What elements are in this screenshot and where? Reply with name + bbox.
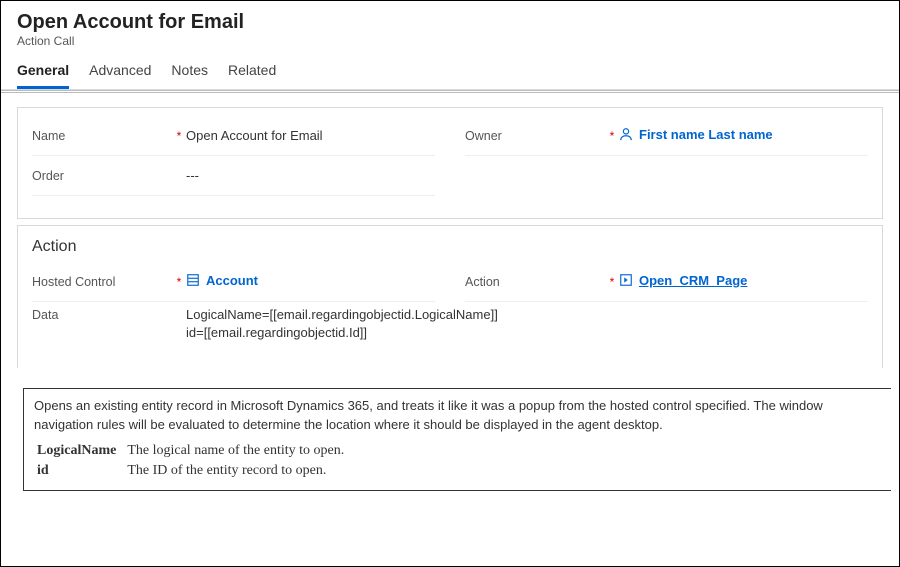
field-name-label: Name (32, 129, 172, 143)
required-marker: * (172, 129, 186, 143)
description-params-table: LogicalName The logical name of the enti… (34, 440, 347, 482)
action-lookup[interactable]: Open_CRM_Page (619, 273, 747, 288)
owner-lookup[interactable]: First name Last name (619, 127, 773, 142)
summary-panel: Name * Open Account for Email Owner * (17, 107, 883, 219)
param-name: id (36, 462, 124, 480)
description-box: Opens an existing entity record in Micro… (23, 388, 891, 490)
field-name-value[interactable]: Open Account for Email (186, 128, 435, 143)
tab-advanced[interactable]: Advanced (89, 58, 151, 89)
tab-bar: General Advanced Notes Related (1, 48, 899, 90)
entity-icon (186, 273, 200, 287)
owner-display: First name Last name (639, 127, 773, 142)
required-marker: * (605, 129, 619, 143)
hosted-control-display: Account (206, 273, 258, 288)
field-hosted-control: Hosted Control * Account (32, 262, 435, 302)
required-marker: * (605, 275, 619, 289)
action-panel: Action Hosted Control * (17, 225, 883, 368)
tab-notes[interactable]: Notes (171, 58, 208, 89)
table-row: LogicalName The logical name of the enti… (36, 442, 345, 460)
param-desc: The logical name of the entity to open. (126, 442, 345, 460)
tab-related[interactable]: Related (228, 58, 276, 89)
field-order-label: Order (32, 169, 172, 183)
field-data: Data LogicalName=[[email.regardingobject… (32, 302, 868, 346)
field-action-label: Action (465, 275, 605, 289)
person-icon (619, 127, 633, 141)
field-hosted-control-label: Hosted Control (32, 275, 172, 289)
action-display: Open_CRM_Page (639, 273, 747, 288)
field-action: Action * Open_CRM_Page (465, 262, 868, 302)
param-desc: The ID of the entity record to open. (126, 462, 345, 480)
description-text: Opens an existing entity record in Micro… (34, 397, 881, 433)
field-owner: Owner * First name Last name (465, 116, 868, 156)
field-name: Name * Open Account for Email (32, 116, 435, 156)
field-owner-label: Owner (465, 129, 605, 143)
action-section-title: Action (32, 238, 868, 256)
field-order: Order --- (32, 156, 435, 196)
tab-general[interactable]: General (17, 58, 69, 89)
param-name: LogicalName (36, 442, 124, 460)
entity-type-label: Action Call (17, 34, 883, 48)
hosted-control-lookup[interactable]: Account (186, 273, 258, 288)
field-data-value[interactable]: LogicalName=[[email.regardingobjectid.Lo… (186, 306, 868, 342)
required-marker: * (172, 275, 186, 289)
table-row: id The ID of the entity record to open. (36, 462, 345, 480)
field-order-value[interactable]: --- (186, 168, 435, 183)
page-title: Open Account for Email (17, 11, 883, 34)
action-icon (619, 273, 633, 287)
field-data-label: Data (32, 306, 172, 322)
